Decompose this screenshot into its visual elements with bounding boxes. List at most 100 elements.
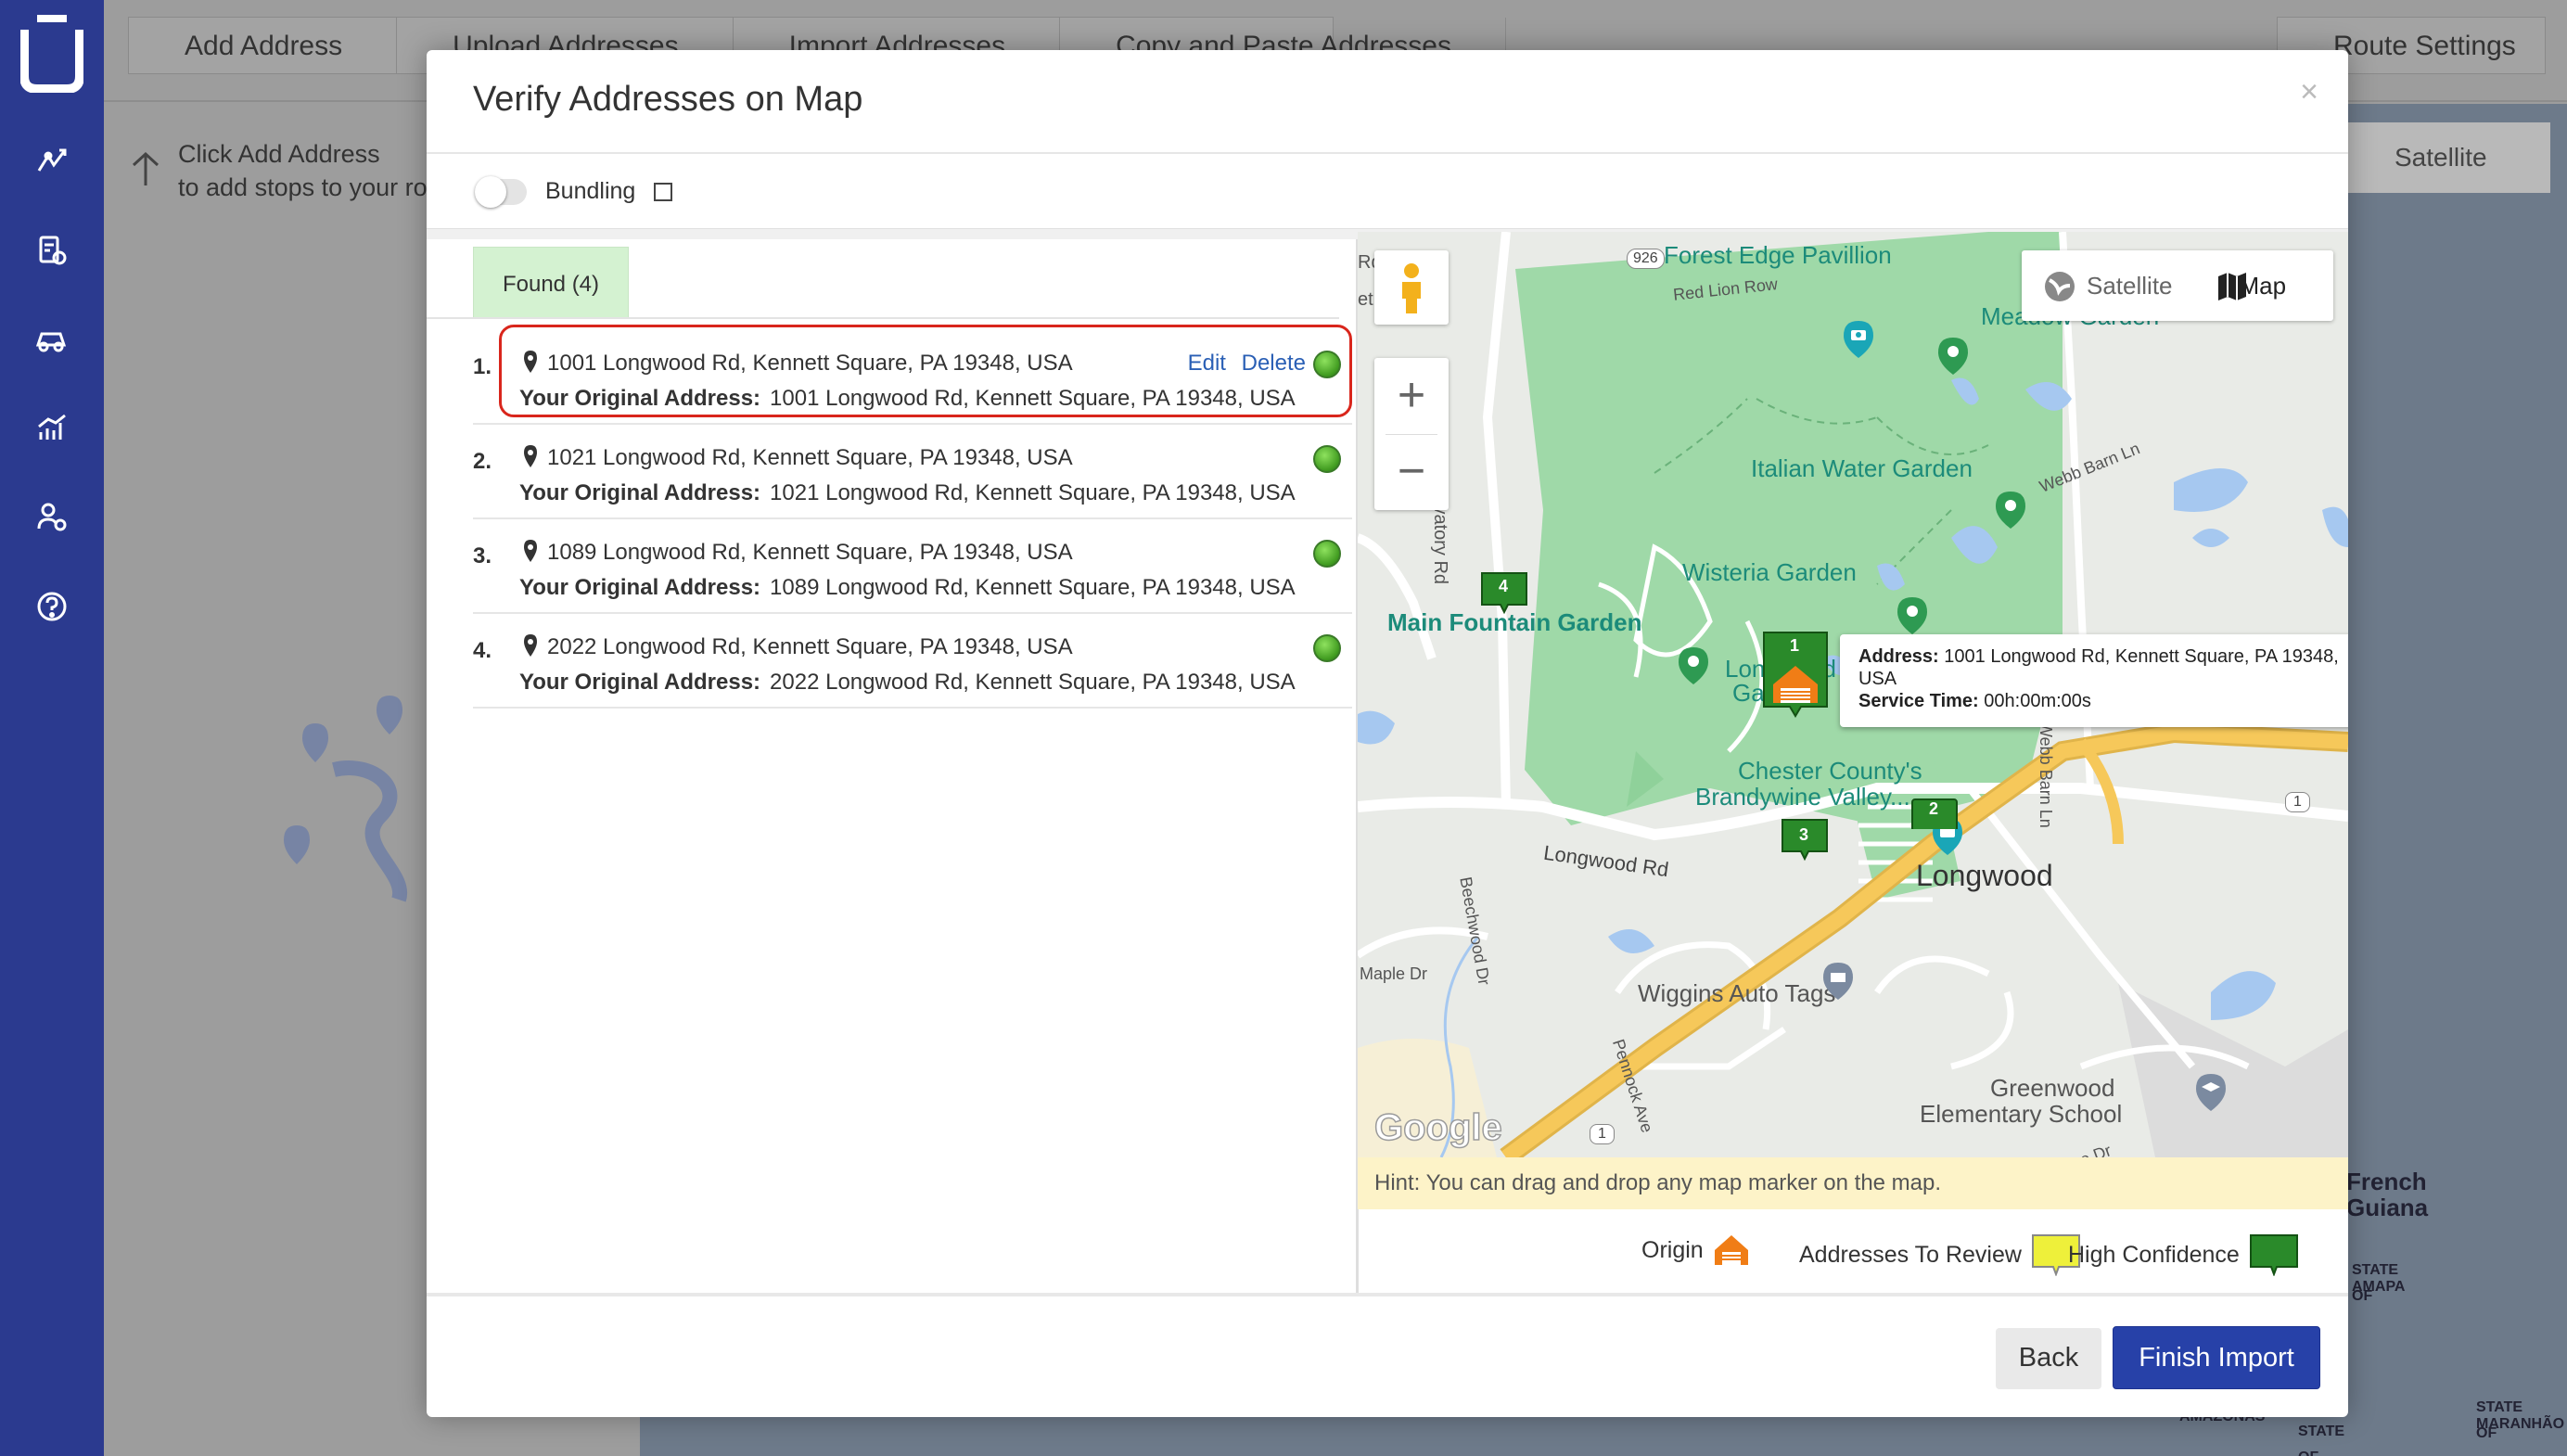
map-pin-icon <box>524 445 537 467</box>
pegman-icon <box>1402 263 1421 313</box>
address-text: 2022 Longwood Rd, Kennett Square, PA 193… <box>547 634 1073 659</box>
bundling-row: Bundling <box>475 175 673 208</box>
geo-label: AMAPA <box>2352 1279 2406 1295</box>
confidence-indicator-icon <box>1313 634 1341 662</box>
google-logo: Google <box>1373 1106 1502 1149</box>
original-value: 2022 Longwood Rd, Kennett Square, PA 193… <box>770 670 1296 695</box>
row-number: 1. <box>473 354 492 379</box>
place-label: Forest Edge Pavillion <box>1664 241 1892 269</box>
selected-address-highlight <box>499 325 1352 417</box>
address-row[interactable]: 2. 1021 Longwood Rd, Kennett Square, PA … <box>473 425 1352 519</box>
route-icon[interactable] <box>33 143 70 180</box>
address-row[interactable]: 4. 2022 Longwood Rd, Kennett Square, PA … <box>473 614 1352 709</box>
address-list-panel: Found (4) 1. 1001 Longwood Rd, Kennett S… <box>427 239 1356 1293</box>
place-label: Elementary School <box>1920 1100 2123 1128</box>
geo-label: French <box>2346 1168 2427 1195</box>
camera-poi-icon <box>1844 321 1873 358</box>
footer-divider <box>427 1293 2348 1296</box>
background-satellite-button: Satellite <box>2346 122 2550 193</box>
map-pin-icon <box>524 634 537 657</box>
route-shield: 1 <box>2285 792 2310 812</box>
finish-import-button[interactable]: Finish Import <box>2113 1326 2320 1389</box>
tooltip-address-label: Address: <box>1858 646 1939 667</box>
confidence-indicator-icon <box>1313 540 1341 568</box>
marker-3-label: 3 <box>1799 825 1809 844</box>
address-text: 1021 Longwood Rd, Kennett Square, PA 193… <box>547 445 1073 470</box>
place-label: Greenwood <box>1990 1074 2115 1102</box>
tasks-icon[interactable] <box>33 232 70 269</box>
legend-high-confidence: High Confidence <box>2068 1233 2299 1276</box>
bundling-checkbox[interactable] <box>654 182 673 201</box>
route-shield: 926 <box>1627 249 1665 269</box>
marker-4-label: 4 <box>1499 577 1509 595</box>
original-address: Your Original Address: 2022 Longwood Rd, … <box>519 670 1296 696</box>
marker-2-label: 2 <box>1929 799 1939 818</box>
header-divider <box>427 152 2348 154</box>
place-label: Wiggins Auto Tags <box>1638 979 1836 1007</box>
marker-1-label: 1 <box>1790 636 1800 655</box>
user-settings-icon[interactable] <box>33 499 70 536</box>
sidebar <box>0 0 104 1456</box>
original-label: Your Original Address: <box>519 670 761 695</box>
tooltip-address-value: 1001 Longwood Rd, Kennett Square, PA 193… <box>1944 646 2339 667</box>
original-address: Your Original Address: 1021 Longwood Rd, … <box>519 480 1296 506</box>
app-logo-icon <box>20 15 83 93</box>
analytics-icon[interactable] <box>33 410 70 447</box>
garden-poi-icon <box>1679 647 1708 684</box>
legend-review: Addresses To Review <box>1799 1233 2081 1276</box>
bundling-toggle[interactable] <box>475 175 527 208</box>
zoom-controls: + − <box>1374 358 1449 510</box>
place-label: Chester County's <box>1738 757 1922 785</box>
map-hint: Hint: You can drag and drop any map mark… <box>1358 1157 2348 1209</box>
help-icon[interactable] <box>33 588 70 625</box>
government-poi-icon <box>1823 963 1853 1000</box>
add-address-tab[interactable]: Add Address <box>129 18 398 73</box>
place-label: Italian Water Garden <box>1751 454 1973 482</box>
place-label: Longwood <box>1916 859 2053 892</box>
hint-line-2: to add stops to your ro <box>178 173 428 201</box>
garden-poi-icon <box>1897 597 1927 634</box>
origin-house-icon <box>1714 1235 1748 1265</box>
original-value: 1089 Longwood Rd, Kennett Square, PA 193… <box>770 575 1296 600</box>
address-row[interactable]: 3. 1089 Longwood Rd, Kennett Square, PA … <box>473 519 1352 614</box>
satellite-button[interactable]: Satellite <box>2087 272 2173 300</box>
verify-addresses-modal: Verify Addresses on Map × Bundling Found… <box>427 50 2348 1417</box>
zoom-in-button[interactable]: + <box>1374 358 1449 434</box>
tooltip-service-label: Service Time: <box>1858 691 1979 711</box>
geo-label: STATE OF PARA <box>2298 1424 2345 1456</box>
arrow-up-icon <box>132 151 160 185</box>
legend-review-label: Addresses To Review <box>1799 1241 2022 1268</box>
modal-title: Verify Addresses on Map <box>473 80 863 119</box>
tooltip-address-cont: USA <box>1858 669 1897 689</box>
street-view-button[interactable] <box>1374 250 1449 325</box>
globe-icon <box>2045 272 2075 301</box>
map-view[interactable]: Forest Edge Pavillion Meadow Garden Ital… <box>1358 232 2348 1157</box>
geo-label: Guiana <box>2346 1194 2429 1221</box>
original-address: Your Original Address: 1089 Longwood Rd, … <box>519 575 1296 601</box>
background-hint: Click Add Address to add stops to your r… <box>130 137 428 204</box>
route-shield: 1 <box>1590 1124 1615 1144</box>
place-label: Brandywine Valley... <box>1695 783 1910 811</box>
row-number: 3. <box>473 543 492 568</box>
driver-icon[interactable] <box>33 321 70 358</box>
tooltip-service-value: 00h:00m:00s <box>1984 691 2091 711</box>
close-icon[interactable]: × <box>2300 74 2318 110</box>
map-icon <box>2218 273 2246 300</box>
legend-origin: Origin <box>1641 1233 1750 1267</box>
map-pin-icon <box>524 540 537 562</box>
original-value: 1021 Longwood Rd, Kennett Square, PA 193… <box>770 480 1296 505</box>
legend-origin-label: Origin <box>1641 1236 1704 1263</box>
map-legend: Origin Addresses To Review High Confiden… <box>1358 1209 2348 1293</box>
garden-poi-icon <box>1938 338 1968 375</box>
legend-high-label: High Confidence <box>2068 1241 2240 1268</box>
background-illustration-icon <box>284 696 408 902</box>
address-text: 1089 Longwood Rd, Kennett Square, PA 193… <box>547 540 1073 565</box>
back-button[interactable]: Back <box>1996 1328 2101 1389</box>
tab-found[interactable]: Found (4) <box>473 247 629 317</box>
high-confidence-marker-icon <box>2249 1234 2298 1276</box>
school-poi-icon <box>2196 1074 2226 1111</box>
zoom-out-button[interactable]: − <box>1374 434 1449 510</box>
garden-poi-icon <box>1996 492 2025 529</box>
background-satellite-label: Satellite <box>2395 143 2487 172</box>
road-label: et <box>1358 289 1373 310</box>
